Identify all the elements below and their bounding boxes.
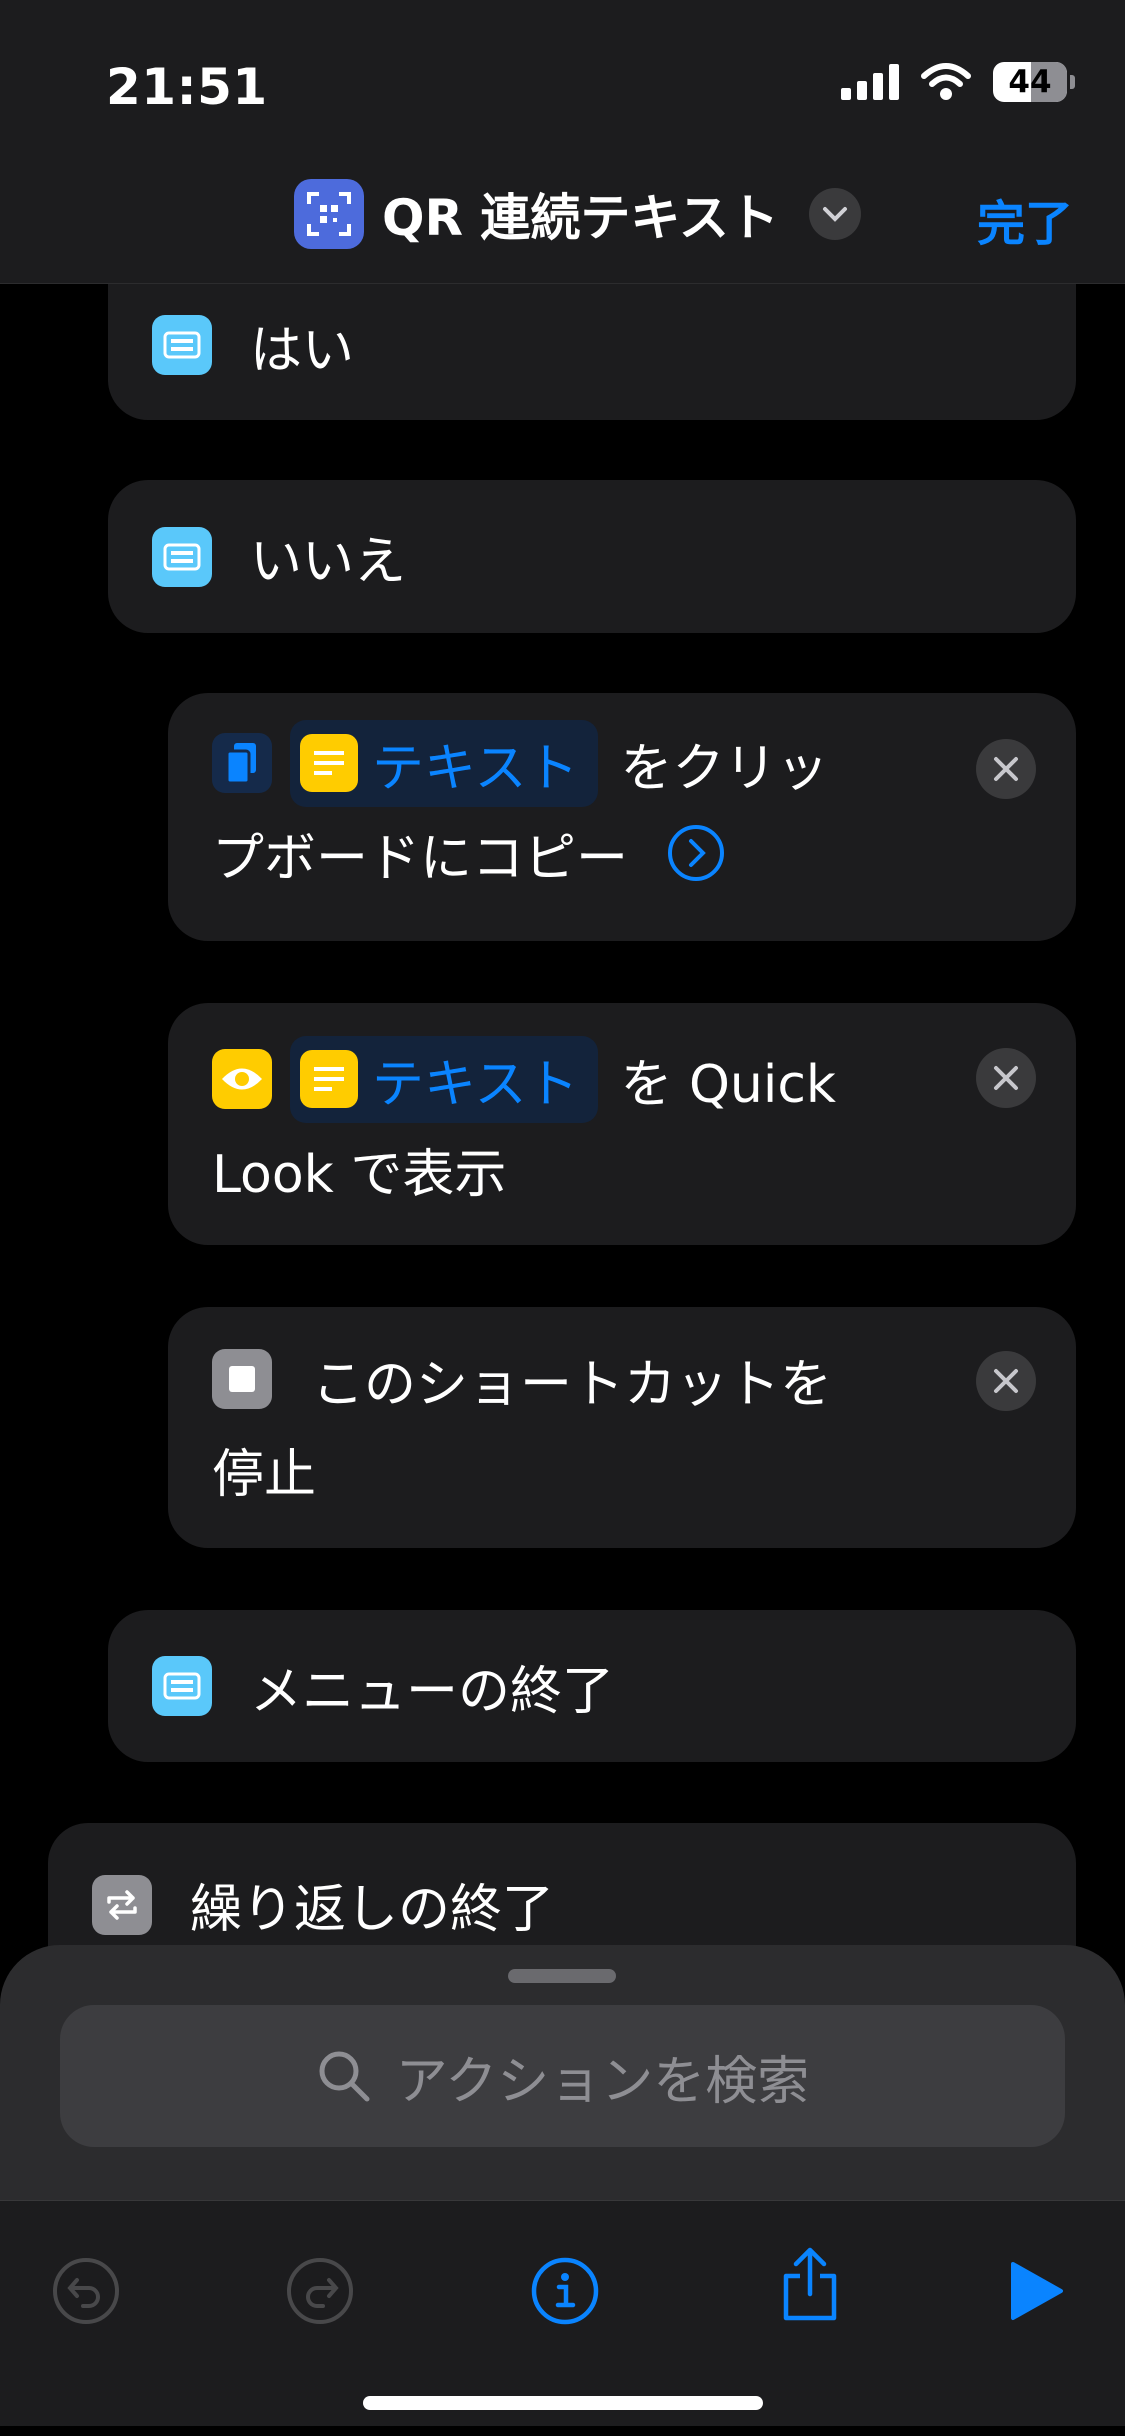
menu-end[interactable]: メニューの終了 [108, 1610, 1076, 1762]
action-text: プボードにコピー [212, 828, 629, 889]
menu-item-label: はい [250, 320, 355, 381]
action-text: このショートカットを [312, 1354, 833, 1415]
action-text: を Quick [620, 1054, 837, 1115]
action-text: 停止 [212, 1444, 317, 1505]
search-placeholder: アクションを検索 [395, 2051, 810, 2112]
action-stop-shortcut[interactable]: このショートカットを 停止 [168, 1307, 1076, 1548]
share-icon [783, 2247, 837, 2321]
battery-level: 44 [1008, 64, 1052, 100]
menu-item-yes[interactable]: はい [108, 270, 1076, 420]
action-copy-to-clipboard[interactable]: テキスト をクリッ プボードにコピー [168, 693, 1076, 941]
search-input[interactable]: アクションを検索 [60, 2005, 1065, 2147]
share-button[interactable] [765, 2239, 855, 2329]
shortcut-title[interactable]: QR 連続テキスト [294, 178, 861, 250]
action-text: をクリッ [620, 738, 829, 799]
play-icon [1011, 2262, 1063, 2320]
undo-icon [53, 2258, 119, 2324]
qr-scan-icon [294, 179, 364, 249]
menu-item-label: いいえ [250, 532, 407, 592]
stop-icon [212, 1349, 272, 1409]
done-button[interactable]: 完了 [977, 184, 1073, 254]
token-label: テキスト [372, 1054, 579, 1115]
close-icon [994, 1369, 1018, 1393]
info-icon [531, 2257, 599, 2325]
info-button[interactable] [520, 2246, 610, 2336]
top-bar: 21:51 44 QR 連続テキスト 完了 [0, 0, 1125, 284]
chevron-down-icon [822, 207, 847, 222]
title-menu-button[interactable] [808, 188, 861, 240]
undo-button[interactable] [41, 2246, 131, 2336]
bottom-toolbar [0, 2200, 1125, 2426]
remove-action-button[interactable] [976, 1048, 1036, 1108]
text-variable-token[interactable]: テキスト [290, 719, 599, 807]
close-icon [994, 757, 1018, 781]
repeat-end-label: 繰り返しの終了 [190, 1880, 555, 1940]
redo-icon [287, 2258, 353, 2324]
status-icons: 44 [841, 62, 1075, 102]
menu-end-label: メニューの終了 [250, 1661, 615, 1722]
text-icon [300, 734, 358, 792]
sheet-grabber[interactable] [508, 1969, 616, 1983]
redo-button[interactable] [275, 2246, 365, 2336]
text-variable-token[interactable]: テキスト [290, 1035, 599, 1123]
menu-item-no[interactable]: いいえ [108, 480, 1076, 633]
remove-action-button[interactable] [976, 1351, 1036, 1411]
chevron-right-circle-icon[interactable] [666, 823, 726, 883]
eye-icon [212, 1049, 272, 1109]
shortcut-title-text: QR 連続テキスト [382, 189, 779, 247]
status-time: 21:51 [106, 58, 268, 116]
home-indicator[interactable] [363, 2396, 763, 2410]
menu-icon [152, 526, 212, 587]
close-icon [994, 1066, 1018, 1090]
text-icon [300, 1050, 358, 1108]
token-label: テキスト [372, 738, 579, 799]
search-icon [319, 2051, 370, 2102]
cellular-signal-icon [841, 64, 899, 100]
action-text: Look で表示 [212, 1144, 507, 1205]
action-quick-look[interactable]: テキスト を Quick Look で表示 [168, 1003, 1076, 1245]
wifi-icon [921, 63, 971, 100]
battery-icon: 44 [993, 62, 1075, 102]
run-button[interactable] [990, 2246, 1080, 2336]
repeat-icon [92, 1874, 152, 1935]
clipboard-icon [212, 733, 272, 793]
menu-icon [152, 315, 212, 375]
remove-action-button[interactable] [976, 739, 1036, 799]
action-search-sheet: アクションを検索 [0, 1945, 1125, 2426]
menu-icon [152, 1656, 212, 1716]
